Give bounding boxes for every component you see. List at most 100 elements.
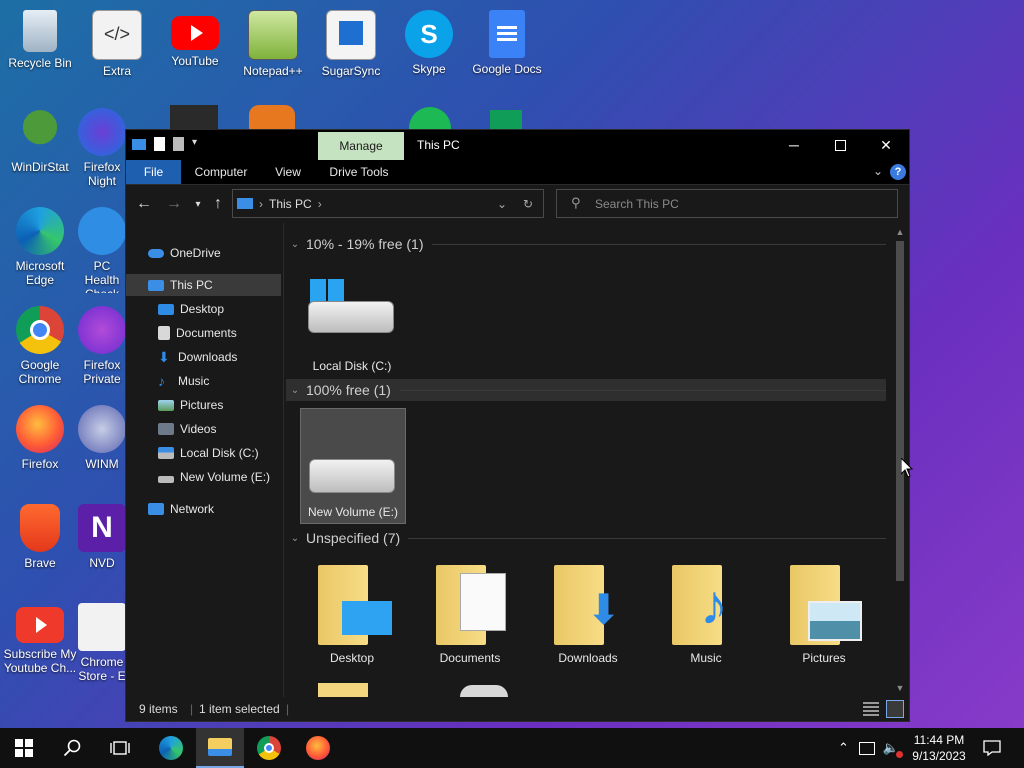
sugarsync-icon: [326, 10, 376, 60]
large-icons-view-icon[interactable]: [886, 700, 904, 718]
nav-item-network[interactable]: Network: [126, 498, 303, 520]
close-icon: ✕: [880, 136, 892, 153]
this-pc-icon: [148, 279, 164, 291]
folder-tile-downloads[interactable]: ⬇ Downloads: [536, 555, 640, 669]
volume-muted-icon[interactable]: 🔈: [883, 740, 904, 758]
desktop-icon-notepadpp[interactable]: Notepad++: [233, 4, 313, 96]
desktop-icon-google-docs[interactable]: Google Docs: [467, 4, 547, 96]
desktop-icon-brave[interactable]: Brave: [0, 498, 80, 590]
youtube-icon: [171, 16, 219, 50]
customize-toolbar-icon[interactable]: ▾: [192, 137, 202, 151]
tab-view[interactable]: View: [266, 160, 310, 184]
tab-drive-tools[interactable]: Drive Tools: [324, 160, 394, 184]
gear-ball-icon: [78, 405, 126, 453]
address-bar[interactable]: › This PC › ⌄ ↻: [232, 189, 544, 218]
pictures-icon: [158, 399, 174, 411]
properties-icon[interactable]: [154, 137, 165, 151]
manage-contextual-tab[interactable]: Manage: [318, 132, 404, 160]
back-button[interactable]: ←: [134, 194, 154, 214]
brave-lion-icon: [20, 504, 60, 552]
this-pc-icon: [132, 139, 146, 150]
forward-button[interactable]: →: [164, 194, 184, 214]
nav-item-onedrive[interactable]: OneDrive: [126, 242, 303, 264]
clock[interactable]: 11:44 PM 9/13/2023: [904, 732, 974, 764]
firefox-nightly-icon: [78, 108, 126, 156]
desktop-icon-chrome[interactable]: Google Chrome: [0, 300, 80, 392]
chevron-down-icon: ⌄: [290, 238, 300, 250]
title-bar[interactable]: ▾ Manage This PC ─ ✕: [126, 130, 909, 160]
up-button[interactable]: ↑: [208, 194, 228, 214]
desktop-icon-pc-health-check[interactable]: PC Health Check: [77, 201, 127, 293]
task-view-button[interactable]: [96, 728, 144, 768]
group-header-unspecified[interactable]: ⌄ Unspecified (7): [286, 527, 886, 549]
start-button[interactable]: [0, 728, 48, 768]
group-header-100-free[interactable]: ⌄ 100% free (1): [286, 379, 886, 401]
desktop-icon-firefox[interactable]: Firefox: [0, 399, 80, 491]
google-sheets-icon: [490, 110, 522, 129]
folder-tile-music[interactable]: ♪ Music: [654, 555, 758, 669]
close-button[interactable]: ✕: [863, 130, 909, 160]
taskbar-chrome-button[interactable]: [245, 728, 293, 768]
desktop-icon-firefox-private[interactable]: Firefox Private: [77, 300, 127, 392]
maximize-button[interactable]: [817, 130, 863, 160]
search-input[interactable]: [593, 194, 887, 214]
chevron-up-icon[interactable]: ⌃: [838, 740, 849, 756]
drive-tile-new-volume-e[interactable]: New Volume (E:): [300, 408, 406, 524]
windows-start-icon: [15, 739, 33, 757]
minimize-icon: ─: [789, 137, 799, 153]
desktop-icon-subscribe-youtube[interactable]: Subscribe My Youtube Ch...: [0, 597, 80, 689]
desktop-icon-firefox-nightly[interactable]: Firefox Night: [77, 102, 127, 194]
drive-tile-local-disk-c[interactable]: Local Disk (C:): [300, 263, 404, 377]
scroll-up-icon[interactable]: ▲: [892, 225, 908, 239]
nav-item-this-pc[interactable]: This PC: [126, 274, 281, 296]
navigation-bar: ← → ▾ ↑ › This PC › ⌄ ↻ ⚲: [126, 185, 909, 223]
tab-file[interactable]: File: [126, 160, 181, 184]
download-arrow-icon: ⬇: [158, 349, 170, 365]
details-view-icon[interactable]: [863, 702, 879, 716]
disc-icon: [460, 685, 508, 697]
folder-tile-desktop[interactable]: Desktop: [300, 555, 404, 669]
desktop-icon-nvd[interactable]: N NVD: [77, 498, 127, 590]
taskbar-firefox-button[interactable]: [294, 728, 342, 768]
folder-tile-pictures[interactable]: Pictures: [772, 555, 876, 669]
firefox-icon: [306, 736, 330, 760]
action-center-button[interactable]: [968, 728, 1016, 768]
skype-icon: S: [405, 10, 453, 58]
desktop-icon: [342, 601, 392, 635]
help-icon[interactable]: ?: [890, 164, 906, 180]
folder-tile-documents[interactable]: Documents: [418, 555, 522, 669]
desktop-icon-recycle-bin[interactable]: Recycle Bin: [0, 4, 80, 96]
scrollbar-thumb[interactable]: [896, 241, 904, 581]
address-dropdown-icon[interactable]: ⌄: [497, 197, 507, 211]
music-note-icon: ♪: [700, 573, 728, 636]
desktop-icon-windirstat[interactable]: WinDirStat: [0, 102, 80, 194]
desktop-icon-winm[interactable]: WINM: [77, 399, 127, 491]
desktop-icon-sugarsync[interactable]: SugarSync: [311, 4, 391, 96]
notepadpp-icon: [248, 10, 298, 60]
scroll-down-icon[interactable]: ▼: [892, 681, 908, 695]
hidden-app-icon: [170, 105, 218, 129]
search-box[interactable]: ⚲: [556, 189, 898, 218]
desktop-icon-youtube[interactable]: YouTube: [155, 4, 235, 96]
minimize-button[interactable]: ─: [771, 130, 817, 160]
item-count: 9 items: [139, 702, 178, 716]
refresh-icon[interactable]: ↻: [523, 197, 533, 211]
arrow-left-icon: ←: [136, 195, 152, 212]
search-icon: ⚲: [571, 195, 581, 210]
network-icon[interactable]: [858, 741, 875, 755]
recent-locations-button[interactable]: ▾: [188, 194, 208, 214]
taskbar-edge-button[interactable]: [147, 728, 195, 768]
desktop-icon-extra[interactable]: </> Extra: [77, 4, 157, 96]
tab-computer[interactable]: Computer: [188, 160, 254, 184]
group-header-10-19-free[interactable]: ⌄ 10% - 19% free (1): [286, 233, 886, 255]
desktop-icon-edge[interactable]: Microsoft Edge: [0, 201, 80, 293]
system-tray: ⌃ 🔈: [838, 728, 904, 768]
taskbar-file-explorer-button[interactable]: [196, 728, 244, 768]
desktop-icon-chrome-store[interactable]: Chrome Store - E: [77, 597, 127, 689]
new-folder-icon[interactable]: [173, 137, 184, 151]
desktop-icon-skype[interactable]: S Skype: [389, 4, 469, 96]
breadcrumb-this-pc[interactable]: This PC: [269, 197, 312, 211]
code-file-icon: </>: [92, 10, 142, 60]
expand-ribbon-icon[interactable]: ⌄: [873, 164, 883, 178]
search-button[interactable]: [48, 728, 96, 768]
